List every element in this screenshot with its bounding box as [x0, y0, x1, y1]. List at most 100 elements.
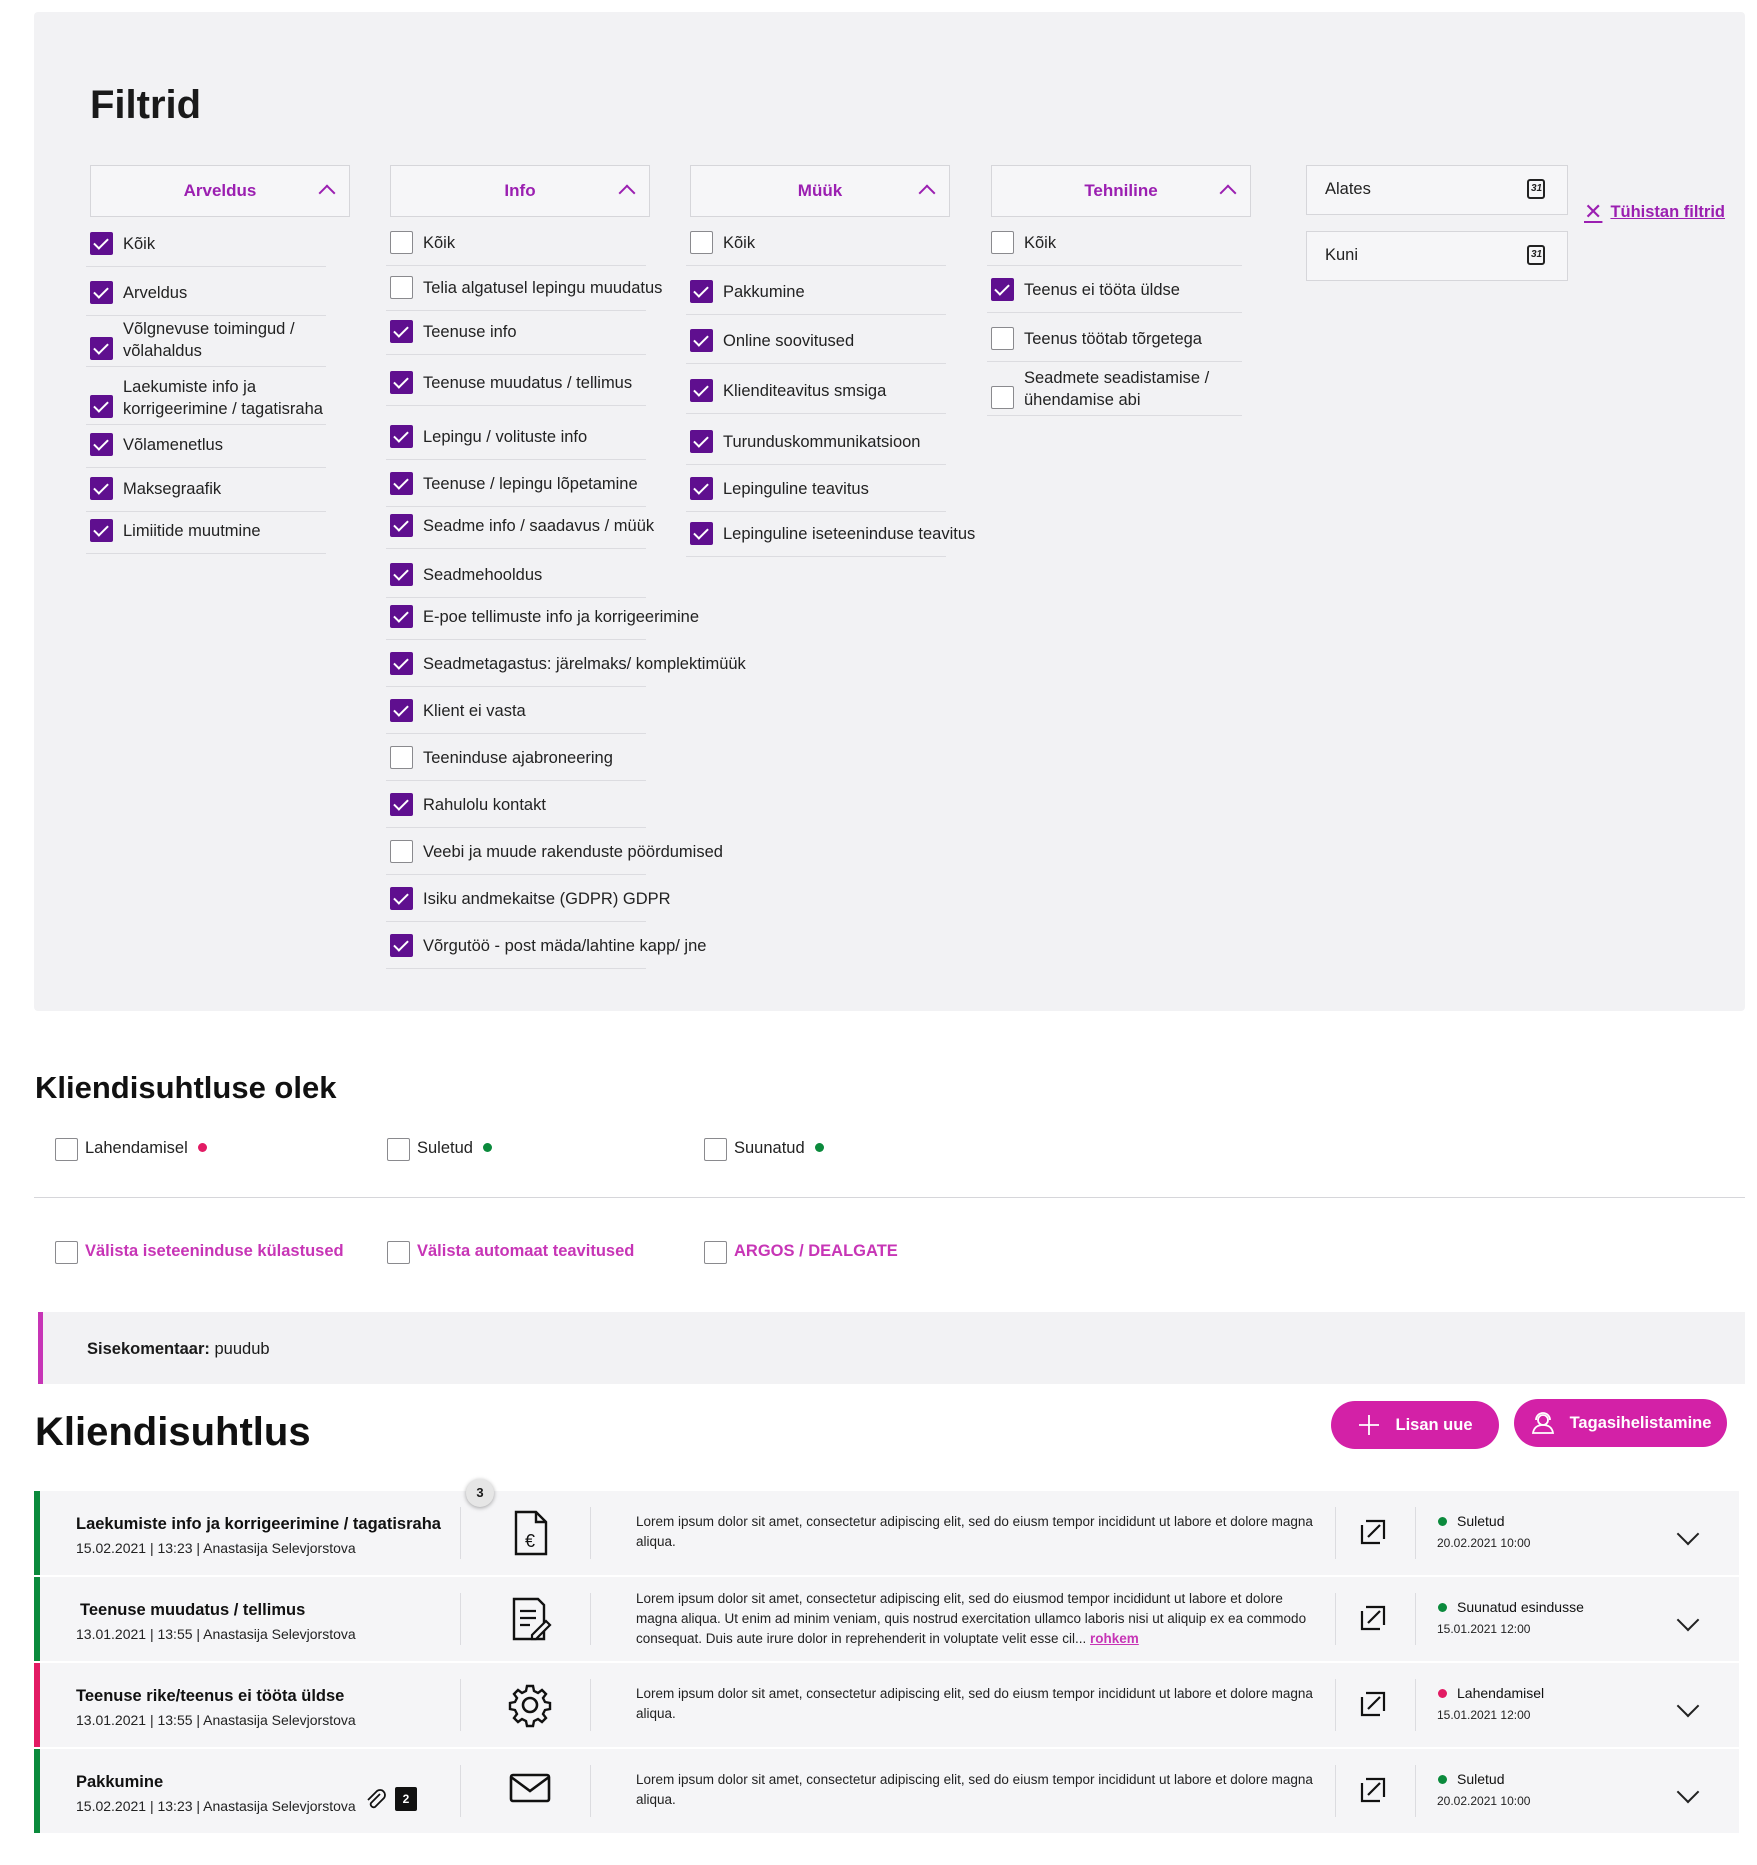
checkbox-checked[interactable] [690, 522, 713, 545]
checkbox-checked[interactable] [390, 563, 413, 586]
open-external-icon[interactable] [1358, 1517, 1388, 1547]
checkbox-checked[interactable] [390, 371, 413, 394]
date-from-field[interactable]: Alates [1306, 165, 1568, 215]
checkbox-checked[interactable] [390, 514, 413, 537]
filter-option-label: Lepinguline iseteeninduse teavitus [723, 525, 976, 543]
checkbox[interactable] [387, 1138, 410, 1161]
interaction-row[interactable]: Teenuse rike/teenus ei tööta üldse 13.01.… [34, 1663, 1739, 1747]
date-from-label: Alates [1325, 180, 1371, 198]
checkbox-checked[interactable] [90, 477, 113, 500]
interaction-row[interactable]: Pakkumine 15.02.2021 | 13:23 | Anastasija… [34, 1749, 1739, 1833]
exclusion-label: Välista automaat teavitused [417, 1242, 635, 1260]
divider [460, 1679, 461, 1731]
row-description-text: Lorem ipsum dolor sit amet, consectetur … [636, 1772, 1313, 1807]
chevron-down-icon[interactable] [1676, 1694, 1700, 1718]
checkbox[interactable] [55, 1241, 78, 1264]
chevron-down-icon[interactable] [1676, 1780, 1700, 1804]
checkbox-checked[interactable] [390, 934, 413, 957]
checkbox-checked[interactable] [991, 278, 1014, 301]
filter-option-label: Võlamenetlus [123, 436, 223, 454]
checkbox-checked[interactable] [90, 433, 113, 456]
checkbox-checked[interactable] [390, 652, 413, 675]
status-badge: Suletud [1438, 1513, 1504, 1529]
checkbox[interactable] [387, 1241, 410, 1264]
interaction-row[interactable]: Laekumiste info ja korrigeerimine / taga… [34, 1491, 1739, 1575]
filter-option-label: Online soovitused [723, 332, 855, 350]
divider [987, 361, 1242, 362]
checkbox-checked[interactable] [390, 320, 413, 343]
state-label: Lahendamisel [85, 1139, 188, 1157]
open-external-icon[interactable] [1358, 1603, 1388, 1633]
dropdown-tehniline[interactable]: Tehniline [991, 165, 1251, 217]
checkbox-checked[interactable] [90, 337, 113, 360]
date-to-field[interactable]: Kuni [1306, 231, 1568, 281]
checkbox-checked[interactable] [390, 605, 413, 628]
dropdown-info[interactable]: Info [390, 165, 650, 217]
checkbox[interactable] [690, 231, 713, 254]
divider [460, 1507, 461, 1559]
divider [1335, 1593, 1336, 1645]
status-badge: Suletud [1438, 1771, 1504, 1787]
date-to-label: Kuni [1325, 246, 1359, 264]
checkbox-checked[interactable] [690, 430, 713, 453]
divider [590, 1593, 591, 1645]
row-meta: 13.01.2021 | 13:55 | Anastasija Selevjor… [76, 1712, 356, 1728]
checkbox[interactable] [991, 327, 1014, 350]
filter-option-label: Veebi ja muude rakenduste pöördumised [423, 843, 723, 861]
chevron-down-icon[interactable] [1676, 1608, 1700, 1632]
divider [590, 1507, 591, 1559]
divider [86, 266, 326, 267]
filter-option-label: Teenuse muudatus / tellimus [423, 374, 633, 392]
open-external-icon[interactable] [1358, 1775, 1388, 1805]
divider [386, 733, 646, 734]
chevron-up-icon [1219, 184, 1237, 202]
close-icon: ✕ [1584, 199, 1603, 224]
comment-value: puudub [214, 1340, 270, 1358]
divider [1415, 1593, 1416, 1645]
checkbox[interactable] [55, 1138, 78, 1161]
calendar-icon[interactable] [1527, 245, 1545, 265]
checkbox[interactable] [991, 231, 1014, 254]
chevron-up-icon [618, 184, 636, 202]
interaction-row[interactable]: Teenuse muudatus / tellimus 13.01.2021 | … [34, 1577, 1739, 1661]
calendar-icon[interactable] [1527, 179, 1545, 199]
checkbox[interactable] [390, 840, 413, 863]
dropdown-muuk[interactable]: Müük [690, 165, 950, 217]
open-external-icon[interactable] [1358, 1689, 1388, 1719]
dropdown-arveldus[interactable]: Arveldus [90, 165, 350, 217]
divider [386, 780, 646, 781]
checkbox-checked[interactable] [390, 472, 413, 495]
callback-button[interactable]: Tagasihelistamine [1514, 1399, 1727, 1447]
checkbox-checked[interactable] [690, 280, 713, 303]
checkbox-checked[interactable] [690, 329, 713, 352]
gear-icon [508, 1681, 552, 1729]
checkbox[interactable] [390, 276, 413, 299]
status-dot [197, 1143, 207, 1152]
checkbox[interactable] [704, 1138, 727, 1161]
checkbox-checked[interactable] [90, 395, 113, 418]
divider [460, 1765, 461, 1817]
filter-option-label: Kõik [423, 234, 456, 252]
chevron-down-icon[interactable] [1676, 1522, 1700, 1546]
clear-filters-link[interactable]: ✕ Tühistan filtrid [1584, 199, 1725, 225]
checkbox-checked[interactable] [390, 425, 413, 448]
filter-option-label: Seadmetagastus: järelmaks/ komplektimüük [423, 655, 746, 673]
checkbox-checked[interactable] [90, 232, 113, 255]
checkbox-checked[interactable] [90, 519, 113, 542]
checkbox[interactable] [390, 231, 413, 254]
checkbox[interactable] [991, 386, 1014, 409]
filter-option-label: Isiku andmekaitse (GDPR) GDPR [423, 890, 671, 908]
checkbox[interactable] [704, 1241, 727, 1264]
row-description-text: Lorem ipsum dolor sit amet, consectetur … [636, 1514, 1313, 1549]
add-new-button[interactable]: Lisan uue [1331, 1401, 1499, 1449]
divider [1415, 1507, 1416, 1559]
checkbox-checked[interactable] [390, 887, 413, 910]
checkbox-checked[interactable] [90, 281, 113, 304]
comment-label: Sisekomentaar: [87, 1340, 210, 1358]
checkbox-checked[interactable] [690, 477, 713, 500]
checkbox-checked[interactable] [390, 793, 413, 816]
checkbox[interactable] [390, 746, 413, 769]
checkbox-checked[interactable] [690, 379, 713, 402]
checkbox-checked[interactable] [390, 699, 413, 722]
more-link[interactable]: rohkem [1090, 1631, 1139, 1646]
